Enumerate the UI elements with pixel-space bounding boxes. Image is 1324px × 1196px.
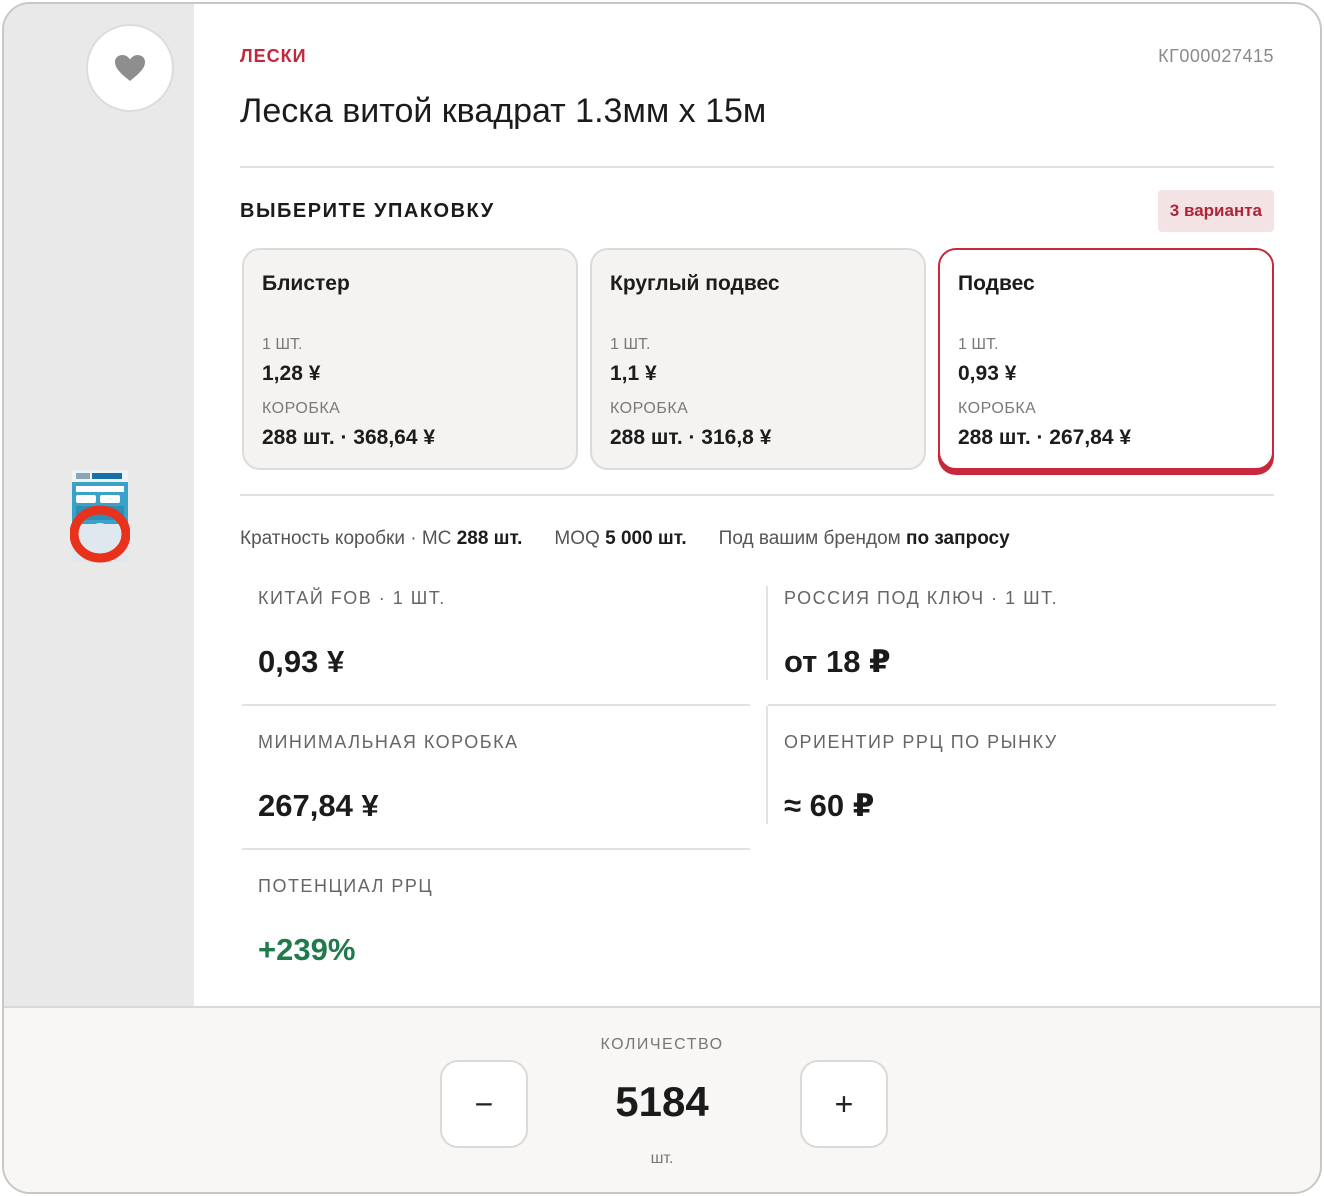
pack-unit-label: 1 ШТ. (958, 336, 999, 353)
metric-value: от 18 ₽ (784, 644, 891, 679)
divider (242, 704, 750, 706)
pack-option-name: Блистер (262, 272, 350, 295)
pack-unit-price: 1,1 ¥ (610, 362, 657, 385)
metric-value: +239% (258, 932, 356, 967)
variants-badge: 3 варианта (1157, 190, 1274, 232)
pack-unit-price: 1,28 ¥ (262, 362, 321, 385)
quantity-unit: шт. (650, 1150, 674, 1167)
main-content: ЛЕСКИ КГ000027415 Леска витой квадрат 1.… (194, 4, 1320, 1006)
metric-label: КИТАЙ FOB · 1 ШТ. (258, 588, 446, 608)
product-image[interactable] (70, 468, 130, 564)
metric-rrp-potential: ПОТЕНЦИАЛ РРЦ +239% (242, 876, 750, 1000)
pack-box-label: КОРОБКА (262, 400, 341, 417)
pack-option-name: Подвес (958, 272, 1035, 295)
metric-label: ОРИЕНТИР РРЦ ПО РЫНКУ (784, 732, 1058, 752)
metric-value: 0,93 ¥ (258, 644, 345, 679)
quantity-footer: КОЛИЧЕСТВО − 5184 + шт. (4, 1006, 1320, 1192)
metric-label: МИНИМАЛЬНАЯ КОРОБКА (258, 732, 519, 752)
pack-unit-label: 1 ШТ. (262, 336, 303, 353)
order-terms: Кратность коробки · МС 288 шт. MOQ 5 000… (240, 528, 1010, 550)
increment-button[interactable]: + (800, 1060, 888, 1148)
favorite-button[interactable] (86, 24, 174, 112)
pack-option-blister[interactable]: Блистер 1 ШТ. 1,28 ¥ КОРОБКА 288 шт. · 3… (242, 248, 578, 470)
quantity-label: КОЛИЧЕСТВО (600, 1036, 724, 1053)
pack-option-hanger[interactable]: Подвес 1 ШТ. 0,93 ¥ КОРОБКА 288 шт. · 26… (938, 248, 1274, 470)
pack-unit-price: 0,93 ¥ (958, 362, 1017, 385)
metric-rrp-guide: ОРИЕНТИР РРЦ ПО РЫНКУ ≈ 60 ₽ (768, 732, 1276, 856)
pack-box-value: 288 шт. · 368,64 ¥ (262, 426, 436, 449)
quantity-value[interactable]: 5184 (4, 1078, 1320, 1126)
product-card: ЛЕСКИ КГ000027415 Леска витой квадрат 1.… (2, 2, 1322, 1194)
divider (240, 166, 1274, 168)
heart-icon (115, 55, 145, 81)
pack-box-label: КОРОБКА (958, 400, 1037, 417)
sku-code: КГ000027415 (1158, 46, 1274, 66)
packaging-heading: ВЫБЕРИТЕ УПАКОВКУ (240, 200, 495, 222)
pack-box-value: 288 шт. · 316,8 ¥ (610, 426, 772, 449)
product-title: Леска витой квадрат 1.3мм х 15м (240, 92, 767, 130)
category-label[interactable]: ЛЕСКИ (240, 46, 307, 67)
pack-option-name: Круглый подвес (610, 272, 780, 295)
pack-option-round-hanger[interactable]: Круглый подвес 1 ШТ. 1,1 ¥ КОРОБКА 288 ш… (590, 248, 926, 470)
metric-value: 267,84 ¥ (258, 788, 379, 823)
metric-min-box: МИНИМАЛЬНАЯ КОРОБКА 267,84 ¥ (242, 732, 750, 856)
divider (240, 494, 1274, 496)
metric-value: ≈ 60 ₽ (784, 788, 875, 823)
pack-box-label: КОРОБКА (610, 400, 689, 417)
moq: MOQ 5 000 шт. (554, 528, 687, 549)
metric-label: ПОТЕНЦИАЛ РРЦ (258, 876, 434, 896)
metric-label: РОССИЯ ПОД КЛЮЧ · 1 ШТ. (784, 588, 1059, 608)
pack-box-value: 288 шт. · 267,84 ¥ (958, 426, 1132, 449)
pack-unit-label: 1 ШТ. (610, 336, 651, 353)
box-multiplicity: Кратность коробки · МС 288 шт. (240, 528, 523, 549)
left-panel (4, 4, 194, 1006)
metric-russia-turnkey: РОССИЯ ПОД КЛЮЧ · 1 ШТ. от 18 ₽ (768, 588, 1276, 712)
private-label: Под вашим брендом по запросу (718, 528, 1010, 549)
divider (768, 704, 1276, 706)
metric-china-fob: КИТАЙ FOB · 1 ШТ. 0,93 ¥ (242, 588, 750, 712)
divider (242, 848, 750, 850)
